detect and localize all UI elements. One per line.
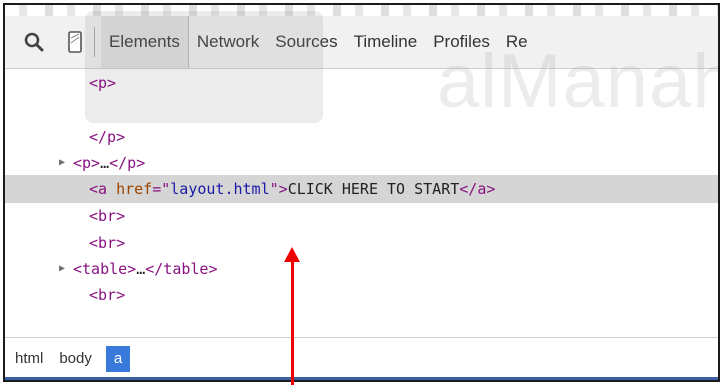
tag-text: </table> [145,260,218,278]
tab-timeline[interactable]: Timeline [346,16,426,68]
tag-text: <br> [89,207,126,225]
dom-node-table-collapsed[interactable]: ▶ <table>…</table> [5,255,718,283]
expand-triangle-icon[interactable]: ▶ [59,149,65,177]
tag-text: </a> [459,180,496,198]
ellipsis-text: … [136,260,146,278]
breadcrumb-body[interactable]: body [53,346,98,372]
tag-text: "> [269,180,288,198]
attribute-name: href [116,180,153,198]
search-icon[interactable] [14,22,54,62]
anchor-text: CLICK HERE TO START [287,180,460,198]
tag-text: <a [89,180,117,198]
dom-empty-line [5,96,718,124]
tag-text: <br> [89,234,126,252]
devtools-window: Elements Network Sources Timeline Profil… [3,3,720,382]
tag-text: <p> [89,74,117,92]
dom-tree: <p> </p> ▶ <p>…</p> <a href="layout.html… [5,69,718,338]
bottom-edge-strip [5,377,718,380]
expand-triangle-icon[interactable]: ▶ [59,255,65,283]
ellipsis-text: … [100,154,110,172]
tag-text: =" [152,180,171,198]
dom-node-br[interactable]: <br> [5,281,718,309]
tag-text: </p> [89,128,126,146]
tag-text: <br> [89,286,126,304]
dom-node-br[interactable]: <br> [5,229,718,257]
attribute-value[interactable]: layout.html [170,180,269,198]
dom-node-p-close[interactable]: </p> [5,123,718,151]
dom-node-br[interactable]: <br> [5,202,718,230]
dom-node-p-collapsed[interactable]: ▶ <p>…</p> [5,149,718,177]
tag-text: <table> [73,260,137,278]
breadcrumb: html body a [5,337,718,380]
dom-node-p-open[interactable]: <p> [5,69,718,97]
tag-text: <p> [73,154,101,172]
dom-node-anchor-selected[interactable]: <a href="layout.html">CLICK HERE TO STAR… [5,175,718,203]
breadcrumb-a[interactable]: a [105,346,131,372]
tag-text: </p> [109,154,146,172]
breadcrumb-html[interactable]: html [9,346,49,372]
annotation-arrow [291,258,294,385]
